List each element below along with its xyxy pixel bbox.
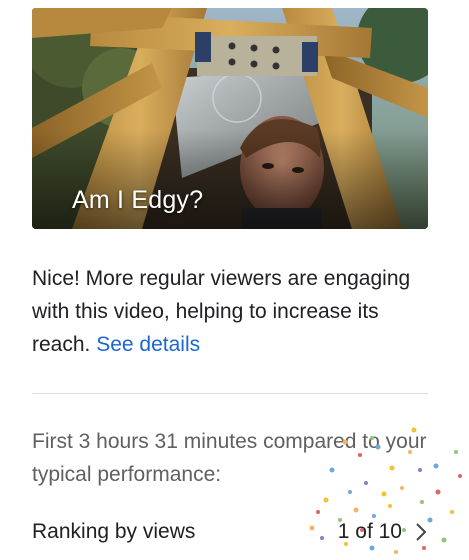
chevron-right-icon[interactable]: [414, 521, 428, 543]
divider: [32, 393, 428, 394]
ranking-value-group: 1 of 10: [338, 520, 428, 544]
video-insight-card: Am I Edgy? Nice! More regular viewers ar…: [0, 0, 469, 560]
see-details-link[interactable]: See details: [96, 333, 200, 356]
ranking-label: Ranking by views: [32, 520, 196, 543]
video-title: Am I Edgy?: [72, 186, 204, 214]
comparison-description: First 3 hours 31 minutes compared to you…: [32, 430, 427, 486]
video-thumbnail[interactable]: Am I Edgy?: [32, 8, 428, 229]
insight-text: Nice! More regular viewers are engaging …: [32, 267, 411, 356]
ranking-row[interactable]: Ranking by views 1 of 10: [32, 512, 428, 552]
insight-message: Nice! More regular viewers are engaging …: [32, 262, 442, 361]
ranking-value: 1 of 10: [337, 520, 402, 543]
